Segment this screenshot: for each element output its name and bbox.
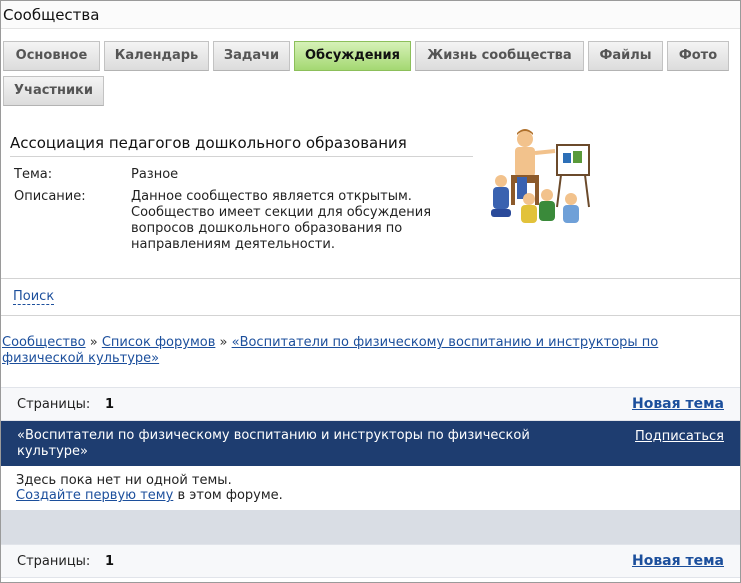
tab-tasks[interactable]: Задачи	[213, 41, 290, 71]
page-header: Сообщества	[1, 1, 740, 29]
page-title: Сообщества	[3, 6, 100, 24]
tab-discussions[interactable]: Обсуждения	[294, 41, 411, 71]
tab-community-life[interactable]: Жизнь сообщества	[415, 41, 584, 71]
tab-calendar[interactable]: Календарь	[104, 41, 209, 71]
tab-files[interactable]: Файлы	[588, 41, 663, 71]
community-info-panel: Ассоциация педагогов дошкольного образов…	[1, 119, 740, 279]
breadcrumb-forum-list[interactable]: Список форумов	[102, 335, 216, 350]
search-panel: Поиск	[1, 280, 740, 316]
create-topic-suffix: в этом форуме.	[173, 488, 283, 503]
forum-header: «Воспитатели по физическому воспитанию и…	[1, 421, 740, 466]
page-number[interactable]: 1	[105, 397, 114, 412]
tab-photo[interactable]: Фото	[667, 41, 729, 71]
empty-state: Здесь пока нет ни одной темы. Создайте п…	[1, 466, 740, 510]
pager-top: Страницы: 1 Новая тема	[1, 387, 740, 421]
pager-bottom: Страницы: 1 Новая тема	[1, 544, 740, 578]
breadcrumb: Сообщество » Список форумов » «Воспитате…	[2, 335, 739, 367]
description-label: Описание:	[14, 189, 86, 204]
breadcrumb-separator: »	[219, 335, 232, 350]
no-topics-message: Здесь пока нет ни одной темы.	[16, 473, 232, 488]
subscribe-link[interactable]: Подписаться	[635, 429, 724, 444]
theme-label: Тема:	[14, 167, 53, 182]
search-link[interactable]: Поиск	[13, 290, 55, 305]
description-text: Данное сообщество является открытым. Соо…	[131, 189, 432, 252]
pages-label: Страницы:	[17, 554, 91, 569]
breadcrumb-separator: »	[89, 335, 102, 350]
pages-label: Страницы:	[17, 397, 91, 412]
tab-members[interactable]: Участники	[3, 76, 104, 106]
create-first-topic-link[interactable]: Создайте первую тему	[16, 488, 173, 503]
new-topic-link[interactable]: Новая тема	[632, 553, 724, 569]
create-topic-message: Создайте первую тему в этом форуме.	[16, 488, 283, 503]
community-illustration	[491, 129, 590, 223]
community-name: Ассоциация педагогов дошкольного образов…	[10, 134, 473, 157]
page-number[interactable]: 1	[105, 554, 114, 569]
theme-value: Разное	[131, 167, 179, 182]
new-topic-link[interactable]: Новая тема	[632, 396, 724, 412]
tab-osnovnoe[interactable]: Основное	[3, 41, 100, 71]
topic-list-footer	[1, 510, 740, 544]
breadcrumb-community[interactable]: Сообщество	[2, 335, 86, 350]
forum-title: «Воспитатели по физическому воспитанию и…	[17, 428, 530, 459]
